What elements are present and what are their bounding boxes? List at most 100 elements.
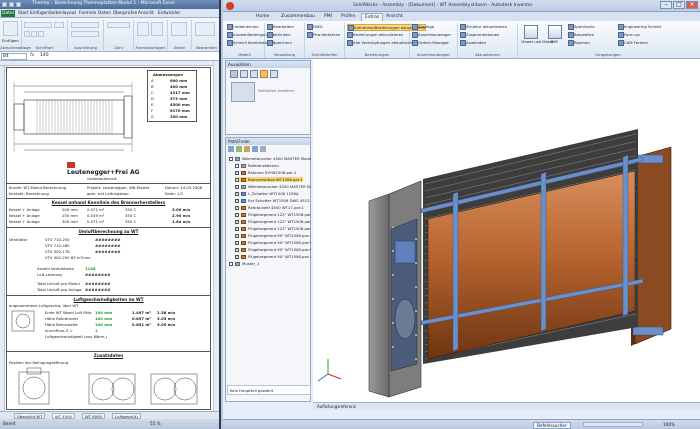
checkbox-icon[interactable]	[235, 170, 239, 175]
kessel-cell[interactable]: 200 mm	[62, 207, 78, 212]
fan-option[interactable]: VTV 710-280	[45, 243, 70, 248]
airspeed-input[interactable]: 100 mm	[95, 316, 112, 321]
excel-tab-view[interactable]: Ansicht	[138, 11, 154, 16]
checkbox-icon[interactable]	[235, 233, 239, 238]
checkbox-icon[interactable]	[235, 240, 239, 245]
italic-button[interactable]	[31, 31, 37, 37]
checkbox-icon[interactable]	[229, 262, 233, 266]
checkbox-icon[interactable]	[235, 247, 239, 252]
ribbon-button[interactable]: Zusammenbauen	[460, 32, 499, 38]
checkbox-icon[interactable]	[235, 212, 239, 217]
fx-icon[interactable]: fx	[30, 53, 34, 58]
pathfinder-tool-icon[interactable]	[228, 146, 234, 152]
column-headers[interactable]	[0, 61, 219, 66]
tree-item[interactable]: Rohrbündel 4500 WT17.par:1	[235, 205, 304, 210]
cad-tab-inspect[interactable]: Prüfen	[338, 13, 359, 21]
tree-item[interactable]: Flügelsegment 90" WT1506.par:4	[235, 233, 311, 238]
checkbox-icon[interactable]	[235, 177, 239, 182]
kessel-cell[interactable]: 350 C	[125, 213, 136, 218]
ribbon-button[interactable]: Ansichtsmanager	[412, 32, 451, 38]
excel-zoom-level[interactable]: 55 %	[150, 421, 161, 426]
ribbon-button[interactable]: DWG	[307, 24, 323, 30]
tree-item[interactable]: Brennerstütze WT1506.par:1	[235, 177, 303, 182]
excel-tab-review[interactable]: Überprüfen	[113, 11, 137, 16]
tree-item[interactable]: L_Schotter WT1506 1258A	[235, 191, 299, 196]
cad-tab-home[interactable]: Home	[253, 13, 272, 21]
select-arrow-icon[interactable]	[230, 70, 238, 78]
ribbon-button[interactable]: Baustellen	[568, 32, 594, 38]
excel-tab-insert[interactable]: Einfügen	[30, 11, 49, 16]
checkbox-icon[interactable]	[235, 184, 239, 189]
tree-item[interactable]: Muster_1	[229, 261, 259, 266]
kessel-cell[interactable]: 350 C	[125, 207, 136, 212]
save-icon[interactable]	[2, 2, 7, 7]
paste-icon[interactable]	[3, 21, 18, 36]
minimize-button[interactable]: –	[660, 1, 672, 9]
dim-value[interactable]: 200 mm	[170, 114, 187, 119]
pathfinder-tool-icon[interactable]	[236, 146, 242, 152]
bold-button[interactable]	[24, 31, 30, 37]
tree-item[interactable]: Flügelsegment 90" WT1506.par:6	[235, 247, 311, 252]
ribbon-button[interactable]: Speichern	[267, 40, 292, 46]
spreadsheet-grid[interactable]: Abmessungen A 600 mm B 400 mm C 4317 mm …	[0, 61, 219, 411]
pathfinder-tool-icon[interactable]	[252, 146, 258, 152]
select-filter-icon[interactable]	[270, 70, 278, 78]
checkbox-icon[interactable]	[229, 157, 233, 161]
ribbon-button[interactable]: Verlinken	[267, 32, 291, 38]
excel-tab-developer[interactable]: Entwickler	[158, 11, 180, 16]
kessel-cell[interactable]: 3.00 m/s	[172, 207, 190, 212]
ribbon-button[interactable]: CAM Formen	[618, 40, 648, 46]
number-format-select[interactable]	[107, 22, 130, 28]
undo-icon[interactable]	[9, 2, 14, 7]
checkbox-icon[interactable]	[235, 205, 239, 210]
dim-value[interactable]: 4500 mm	[170, 102, 190, 107]
dim-value[interactable]: 400 mm	[170, 84, 187, 89]
kessel-cell[interactable]: 0.071 m²	[87, 207, 104, 212]
ribbon-button[interactable]: Umbenennen	[227, 24, 259, 30]
tree-item[interactable]: Wärmetauscher 4500 MASTER Montage.asm	[229, 156, 311, 161]
excel-tab-pagelayout[interactable]: Seitenlayout	[49, 11, 76, 16]
tree-item[interactable]: Ext Schotter WT1506 DWS 4513	[235, 198, 310, 203]
pathfinder-tool-icon[interactable]	[244, 146, 250, 152]
checkbox-icon[interactable]	[235, 219, 239, 224]
excel-file-tab[interactable]: Datei	[1, 10, 15, 17]
kessel-cell[interactable]: 1.84 m/s	[172, 219, 190, 224]
excel-tab-start[interactable]: Start	[18, 11, 29, 16]
airspeed-input[interactable]: 100 mm	[95, 322, 112, 327]
fan-option[interactable]: VTV 710-250	[45, 237, 70, 242]
ribbon-button[interactable]: Auszüge	[412, 24, 434, 30]
format-table-icon[interactable]	[151, 22, 163, 36]
anzahl-value[interactable]: 1146	[85, 266, 96, 271]
underline-button[interactable]	[38, 31, 44, 37]
cad-tab-tools[interactable]: Extras	[361, 13, 384, 21]
tree-item[interactable]: Wärmetauscher 4500 MASTER Einbau	[235, 184, 311, 189]
tree-item[interactable]: Flügelsegment 90" WT1506.par:5	[235, 240, 311, 245]
excel-vertical-scrollbar[interactable]	[213, 61, 219, 411]
close-button[interactable]: ✕	[686, 1, 698, 9]
excel-tab-data[interactable]: Daten	[98, 11, 111, 16]
checkbox-icon[interactable]	[235, 254, 239, 259]
viewer-markup-icon[interactable]	[524, 25, 538, 39]
dim-value[interactable]: 600 mm	[170, 78, 187, 83]
ribbon-button[interactable]: Sperrfache	[568, 24, 595, 30]
kessel-cell[interactable]: 250 mm	[62, 213, 78, 218]
cad-tab-view[interactable]: Ansicht	[383, 13, 406, 21]
sort-filter-icon[interactable]	[195, 22, 215, 36]
fan-option[interactable]: VTV 500-178	[45, 249, 70, 254]
tree-item[interactable]: Flügelsegment 122" WT1506.par:3	[235, 226, 311, 231]
select-part-icon[interactable]	[260, 70, 268, 78]
ribbon-button[interactable]: Alle Verknüpfungen aktualisieren	[347, 40, 416, 46]
conditional-format-icon[interactable]	[137, 22, 149, 36]
checkbox-icon[interactable]	[235, 226, 239, 231]
kessel-cell[interactable]: 0.049 m²	[87, 213, 104, 218]
ribbon-button[interactable]: Pkw-Verfahren	[307, 32, 340, 38]
tree-item[interactable]: Flügelsegment 90" WT1506.par:7	[235, 254, 311, 259]
kessel-cell[interactable]: 350 C	[125, 219, 136, 224]
airspeed-input[interactable]: 1	[95, 328, 98, 333]
3d-viewport[interactable]	[313, 59, 700, 402]
cad-title-bar[interactable]: SolidWorks - Assembly - [Dokument] - WT …	[223, 0, 700, 12]
checkbox-icon[interactable]	[235, 191, 239, 196]
tree-item[interactable]: Referenzebenen	[235, 163, 279, 168]
name-box[interactable]: B4	[1, 53, 27, 60]
cad-tab-assembly[interactable]: Zusammenbau	[278, 13, 318, 21]
